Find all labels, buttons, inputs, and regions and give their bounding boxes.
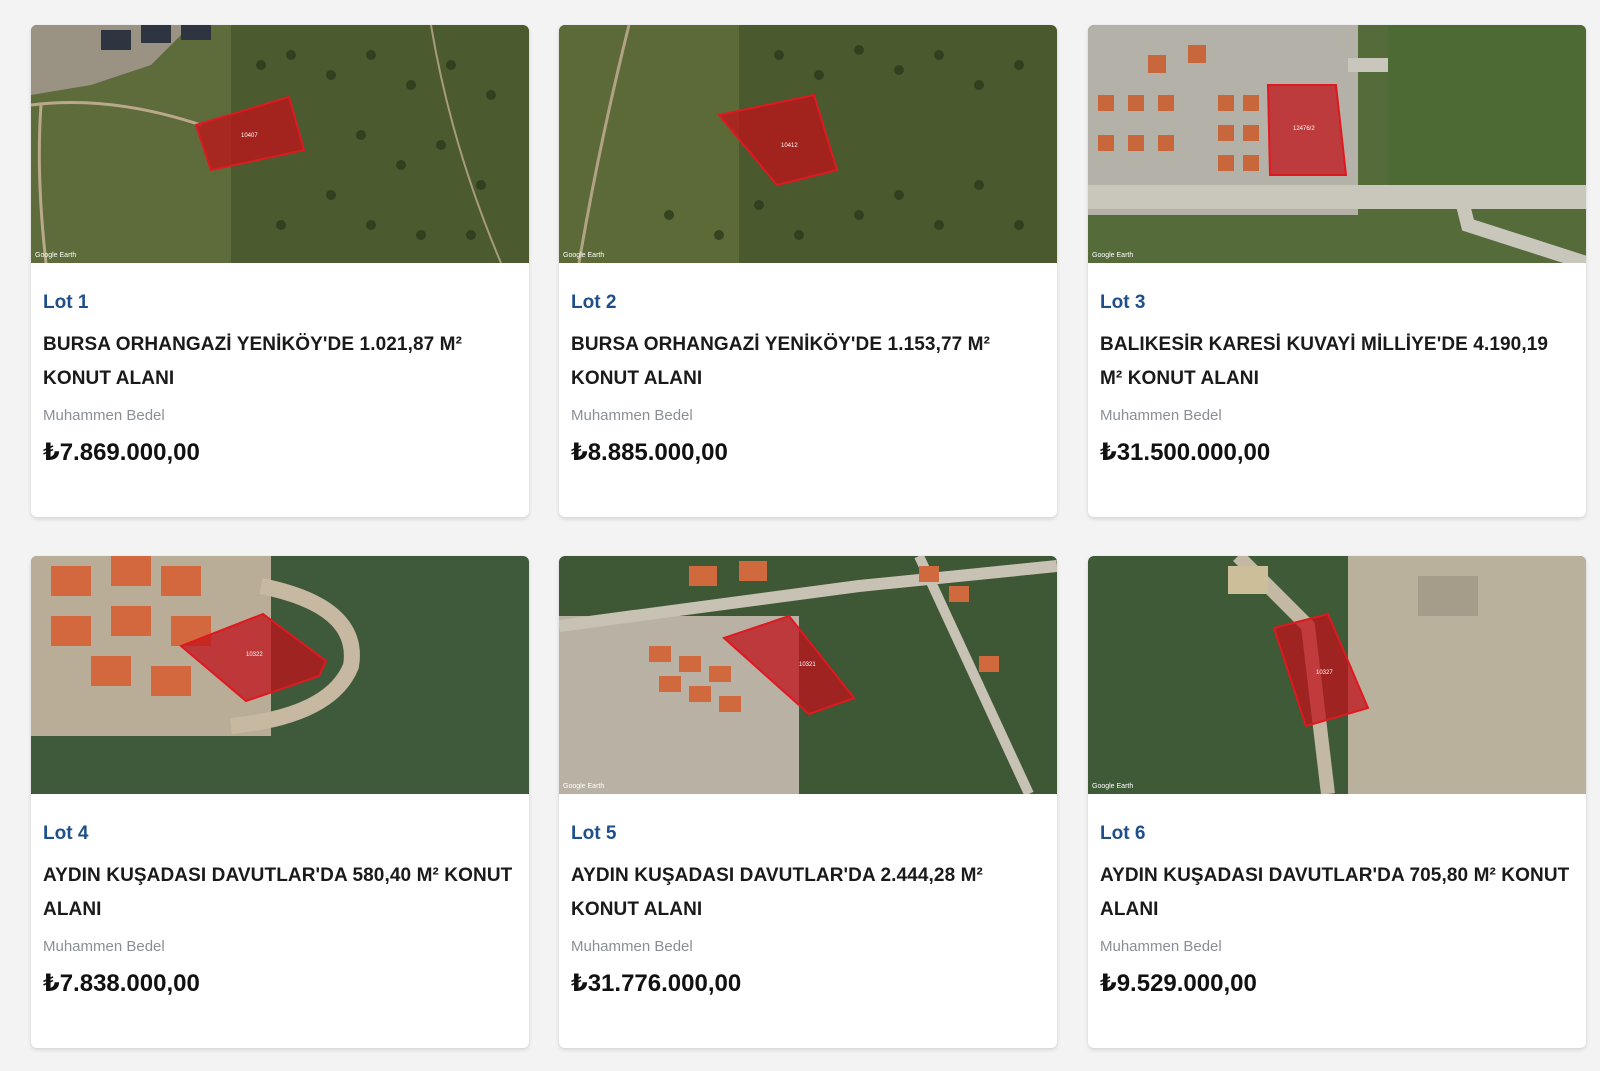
muhammen-bedel-label: Muhammen Bedel [43, 938, 165, 955]
lot-title[interactable]: AYDIN KUŞADASI DAVUTLAR'DA 705,80 M² KON… [1100, 859, 1574, 927]
muhammen-bedel-label: Muhammen Bedel [571, 407, 693, 424]
lot-title[interactable]: AYDIN KUŞADASI DAVUTLAR'DA 580,40 M² KON… [43, 859, 517, 927]
lot-card[interactable]: 10407 Google Earth Lot 1 BURSA ORHANGAZİ… [31, 25, 529, 517]
muhammen-bedel-label: Muhammen Bedel [1100, 407, 1222, 424]
muhammen-bedel-label: Muhammen Bedel [1100, 938, 1222, 955]
lot-card[interactable]: 10327 Google Earth Lot 6 AYDIN KUŞADASI … [1088, 556, 1586, 1048]
lot-title[interactable]: AYDIN KUŞADASI DAVUTLAR'DA 2.444,28 M² K… [571, 859, 1045, 927]
lot-number: Lot 5 [571, 823, 617, 844]
lot-card[interactable]: 10321 Google Earth Lot 5 AYDIN KUŞADASI … [559, 556, 1057, 1048]
satellite-image: 12476/2 Google Earth [1088, 25, 1586, 263]
lot-title[interactable]: BURSA ORHANGAZİ YENİKÖY'DE 1.021,87 M² K… [43, 328, 517, 396]
lot-price: ₺31.500.000,00 [1100, 439, 1271, 466]
parcel-label: 10407 [241, 133, 258, 139]
satellite-image: 10407 Google Earth [31, 25, 529, 263]
lot-grid: 10407 Google Earth Lot 1 BURSA ORHANGAZİ… [0, 0, 1600, 1071]
satellite-image: 10412 Google Earth [559, 25, 1057, 263]
lot-title[interactable]: BURSA ORHANGAZİ YENİKÖY'DE 1.153,77 M² K… [571, 328, 1045, 396]
parcel-label: 10321 [799, 662, 816, 668]
lot-card[interactable]: 10412 Google Earth Lot 2 BURSA ORHANGAZİ… [559, 25, 1057, 517]
lot-price: ₺7.838.000,00 [43, 970, 200, 997]
parcel-label: 10327 [1316, 670, 1333, 676]
lot-number: Lot 2 [571, 292, 617, 313]
image-credit: Google Earth [1092, 783, 1133, 790]
parcel-label: 10412 [781, 143, 798, 149]
lot-number: Lot 1 [43, 292, 89, 313]
lot-card[interactable]: 12476/2 Google Earth Lot 3 BALIKESİR KAR… [1088, 25, 1586, 517]
muhammen-bedel-label: Muhammen Bedel [571, 938, 693, 955]
lot-number: Lot 4 [43, 823, 89, 844]
image-credit: Google Earth [35, 252, 76, 259]
parcel-label: 10322 [246, 652, 263, 658]
lot-price: ₺9.529.000,00 [1100, 970, 1257, 997]
lot-card[interactable]: 10322 Lot 4 AYDIN KUŞADASI DAVUTLAR'DA 5… [31, 556, 529, 1048]
image-credit: Google Earth [563, 252, 604, 259]
lot-price: ₺8.885.000,00 [571, 439, 728, 466]
parcel-label: 12476/2 [1293, 126, 1315, 132]
lot-title[interactable]: BALIKESİR KARESİ KUVAYİ MİLLİYE'DE 4.190… [1100, 328, 1574, 396]
lot-price: ₺31.776.000,00 [571, 970, 742, 997]
lot-number: Lot 6 [1100, 823, 1146, 844]
muhammen-bedel-label: Muhammen Bedel [43, 407, 165, 424]
satellite-image: 10322 [31, 556, 529, 794]
lot-price: ₺7.869.000,00 [43, 439, 200, 466]
lot-number: Lot 3 [1100, 292, 1146, 313]
satellite-image: 10327 Google Earth [1088, 556, 1586, 794]
image-credit: Google Earth [563, 783, 604, 790]
image-credit: Google Earth [1092, 252, 1133, 259]
satellite-image: 10321 Google Earth [559, 556, 1057, 794]
